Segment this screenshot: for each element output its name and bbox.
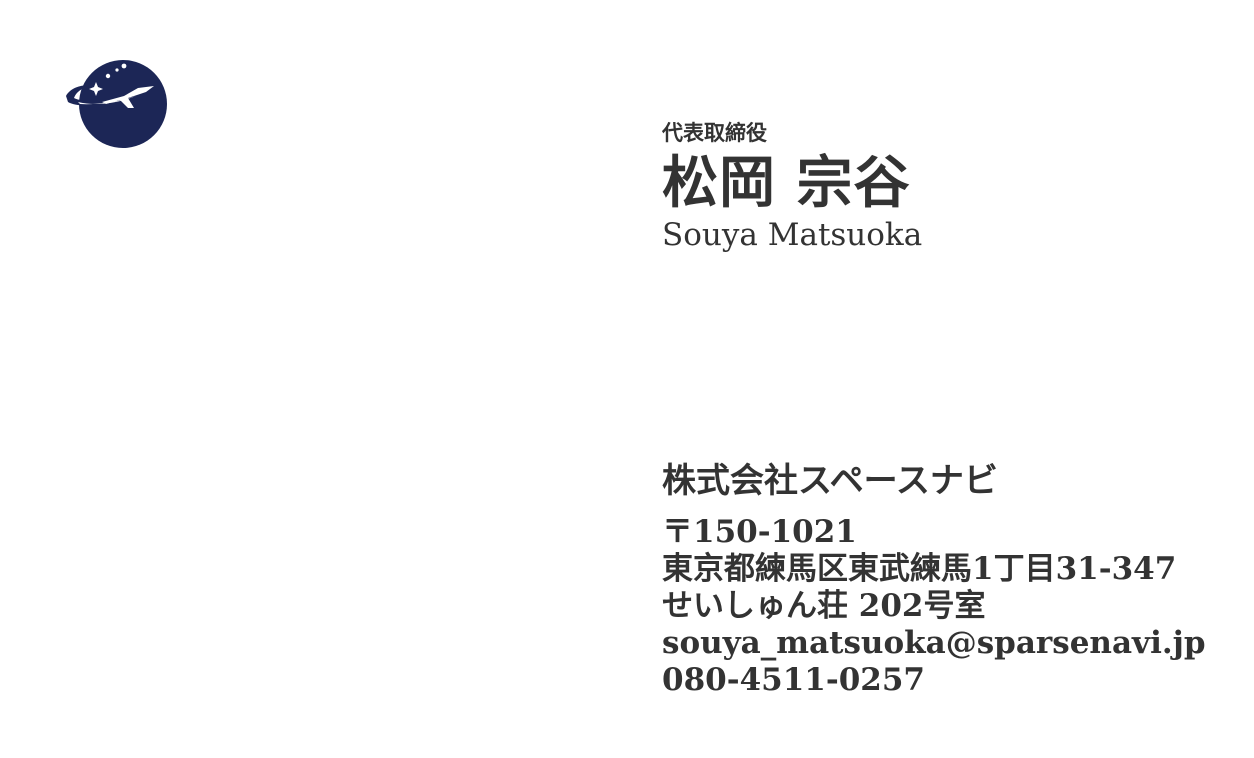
name-block: 代表取締役 松岡 宗谷 Souya Matsuoka bbox=[662, 118, 1222, 255]
postal-code: 〒150-1021 bbox=[662, 514, 857, 550]
role-title: 代表取締役 bbox=[662, 120, 767, 145]
name-english: Souya Matsuoka bbox=[662, 217, 923, 253]
address-line-2: せいしゅん荘 202号室 bbox=[662, 588, 986, 624]
address-line-1: 東京都練馬区東武練馬1丁目31-347 bbox=[662, 551, 1177, 587]
email-address: souya_matsuoka@sparsenavi.jp bbox=[662, 625, 1206, 661]
contact-block: 株式会社スペースナビ 〒150-1021 東京都練馬区東武練馬1丁目31-347… bbox=[662, 458, 1242, 699]
phone-number: 080-4511-0257 bbox=[662, 662, 926, 698]
business-card: 代表取締役 松岡 宗谷 Souya Matsuoka 株式会社スペースナビ 〒1… bbox=[0, 0, 1254, 758]
space-airplane-logo-icon bbox=[64, 58, 170, 152]
name-japanese: 松岡 宗谷 bbox=[662, 150, 911, 216]
company-name: 株式会社スペースナビ bbox=[662, 461, 998, 501]
